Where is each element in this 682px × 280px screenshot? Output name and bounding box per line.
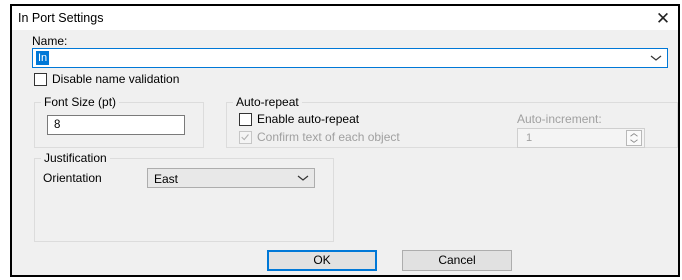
auto-increment-label: Auto-increment: bbox=[517, 112, 602, 126]
ok-button[interactable]: OK bbox=[267, 250, 377, 271]
cancel-button[interactable]: Cancel bbox=[402, 250, 512, 271]
dialog-window: In Port Settings ✕ Name: In Disable name… bbox=[10, 4, 680, 277]
orientation-value: East bbox=[154, 172, 179, 186]
spinner-arrows-icon[interactable] bbox=[626, 130, 642, 146]
chevron-down-icon[interactable] bbox=[649, 50, 663, 66]
enable-auto-repeat-label: Enable auto-repeat bbox=[257, 112, 360, 126]
disable-validation-label: Disable name validation bbox=[52, 72, 180, 86]
close-button[interactable]: ✕ bbox=[652, 7, 674, 29]
name-value: In bbox=[36, 51, 50, 65]
auto-increment-spinner[interactable]: 1 bbox=[517, 128, 645, 148]
font-size-value: 8 bbox=[54, 119, 61, 131]
close-icon: ✕ bbox=[655, 8, 671, 28]
auto-increment-value: 1 bbox=[526, 132, 533, 144]
checkmark-icon bbox=[241, 134, 249, 141]
auto-repeat-group-title: Auto-repeat bbox=[233, 95, 302, 109]
confirm-text-label: Confirm text of each object bbox=[257, 130, 400, 144]
justification-group: Justification Orientation East bbox=[34, 151, 334, 242]
auto-repeat-group: Auto-repeat Enable auto-repeat Confirm t… bbox=[226, 95, 678, 148]
font-size-group-title: Font Size (pt) bbox=[41, 95, 120, 109]
orientation-label: Orientation bbox=[43, 171, 102, 185]
disable-validation-checkbox[interactable] bbox=[34, 73, 47, 86]
name-label: Name: bbox=[32, 34, 68, 48]
dialog-title: In Port Settings bbox=[18, 11, 104, 25]
enable-auto-repeat-checkbox[interactable] bbox=[239, 113, 252, 126]
chevron-down-icon bbox=[297, 175, 309, 181]
orientation-select[interactable]: East bbox=[147, 168, 315, 188]
justification-group-title: Justification bbox=[41, 151, 110, 165]
font-size-group: Font Size (pt) 8 bbox=[34, 95, 204, 148]
confirm-text-checkbox[interactable] bbox=[239, 131, 252, 144]
title-bar: In Port Settings ✕ bbox=[12, 6, 678, 30]
font-size-input[interactable]: 8 bbox=[47, 115, 185, 135]
name-combobox[interactable]: In bbox=[32, 48, 668, 68]
